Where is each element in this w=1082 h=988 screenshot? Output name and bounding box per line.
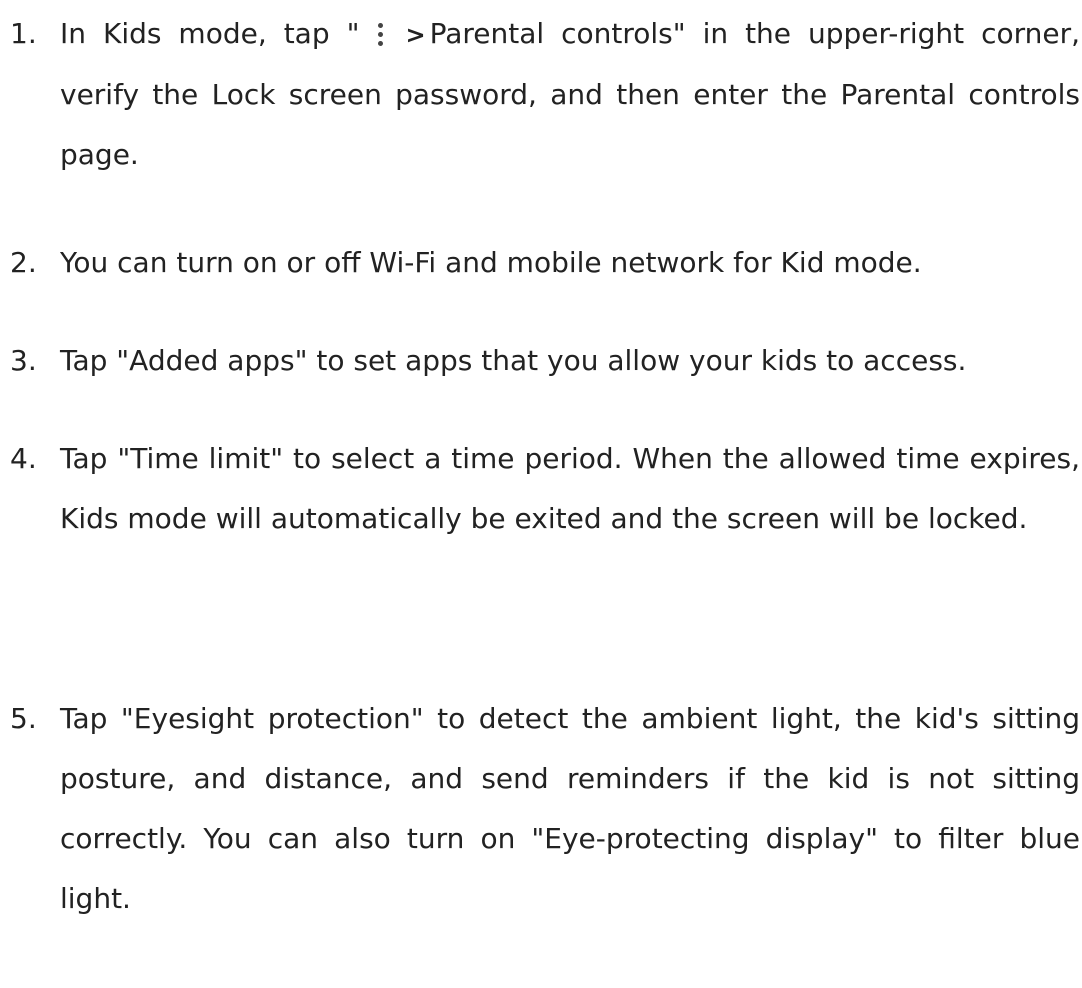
step-number: 2. — [10, 246, 37, 279]
step-number: 3. — [10, 344, 37, 377]
step-number: 5. — [10, 702, 37, 735]
list-item: 4. Tap "Time limit" to select a time per… — [10, 429, 1080, 549]
step-number: 1. — [10, 17, 37, 50]
more-vertical-icon — [369, 21, 391, 51]
step-text: You can turn on or off Wi-Fi and mobile … — [60, 246, 922, 279]
step-text: In Kids mode, tap " > Parental controls" i… — [60, 17, 1081, 171]
step-number: 4. — [10, 442, 37, 475]
arrow-glyph: > — [405, 21, 426, 49]
list-item: 1. In Kids mode, tap " > Parental controls… — [10, 4, 1080, 185]
list-item: 5. Tap "Eyesight protection" to detect t… — [10, 689, 1080, 929]
step-text: Tap "Added apps" to set apps that you al… — [60, 344, 967, 377]
list-item: 3. Tap "Added apps" to set apps that you… — [10, 331, 1080, 391]
step-text: Tap "Time limit" to select a time period… — [60, 442, 1080, 535]
instruction-list: 1. In Kids mode, tap " > Parental controls… — [0, 0, 1082, 988]
list-item: 2. You can turn on or off Wi-Fi and mobi… — [10, 233, 1080, 293]
step-text: Tap "Eyesight protection" to detect the … — [60, 702, 1080, 915]
